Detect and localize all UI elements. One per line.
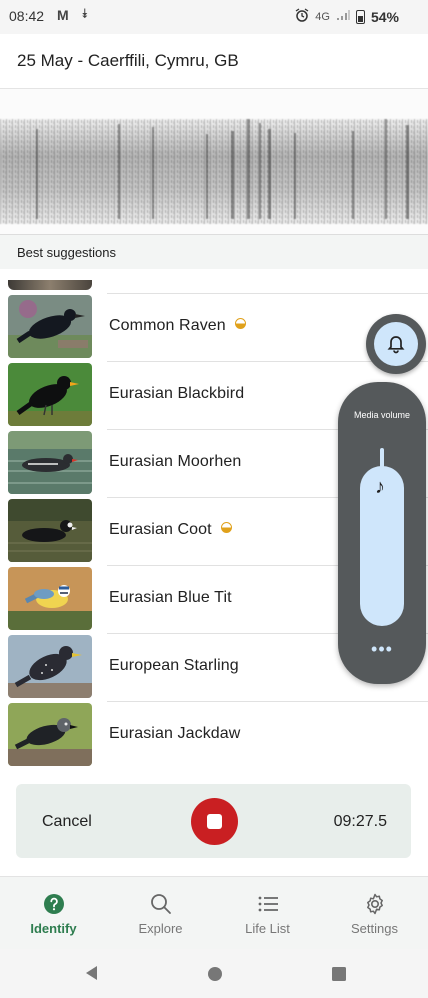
tab-explore[interactable]: Explore: [107, 877, 214, 949]
ringer-mode-button[interactable]: [366, 314, 426, 374]
uncertain-icon: [220, 522, 232, 533]
network-label: 4G: [315, 10, 330, 23]
download-icon: ⯯: [81, 6, 89, 21]
back-icon[interactable]: [84, 965, 100, 981]
blackbird-photo: [8, 363, 92, 426]
list-item[interactable]: Eurasian Jackdaw: [0, 702, 428, 768]
volume-slider-handle[interactable]: [380, 448, 384, 468]
species-name: Eurasian Jackdaw: [109, 725, 241, 742]
app-header: 25 May - Caerffili, Cymru, GB: [0, 34, 428, 89]
search-icon: [107, 893, 214, 917]
species-name: Eurasian Blackbird: [109, 385, 245, 402]
starling-photo: [8, 635, 92, 698]
volume-label: Media volume: [353, 410, 411, 420]
status-right: 4G 54%: [295, 8, 399, 25]
uncertain-icon: [234, 318, 246, 329]
tab-label: Life List: [245, 921, 290, 936]
tab-identify[interactable]: Identify: [0, 877, 107, 949]
species-name: European Starling: [109, 657, 239, 674]
species-name: Common Raven: [109, 317, 246, 335]
page-title: 25 May - Caerffili, Cymru, GB: [17, 51, 239, 70]
gmail-icon: M: [57, 7, 69, 23]
raven-photo: [8, 295, 92, 358]
gear-icon: [321, 893, 428, 917]
section-header: Best suggestions: [0, 234, 428, 269]
system-nav-bar: [0, 949, 428, 998]
bottom-nav: Identify Explore Life List Settings: [0, 876, 428, 950]
tab-life-list[interactable]: Life List: [214, 877, 321, 949]
battery-icon: [355, 9, 365, 24]
more-options-icon[interactable]: •••: [338, 640, 426, 658]
tab-label: Explore: [138, 921, 183, 936]
species-name: Eurasian Moorhen: [109, 453, 242, 470]
signal-icon: [336, 9, 350, 24]
list-icon: [214, 893, 321, 917]
stop-recording-button[interactable]: [191, 798, 238, 845]
moorhen-photo: [8, 431, 92, 494]
list-item[interactable]: Common Raven: [0, 294, 428, 362]
tab-label: Settings: [351, 921, 398, 936]
recording-timer: 09:27.5: [333, 813, 387, 830]
partial-thumbnail: [8, 280, 92, 290]
cancel-button[interactable]: Cancel: [42, 813, 92, 831]
status-time: 08:42: [9, 8, 45, 24]
bell-icon: [387, 336, 405, 354]
blue-tit-photo: [8, 567, 92, 630]
volume-panel: Media volume ♪ •••: [338, 382, 426, 684]
alarm-icon: [295, 8, 309, 25]
jackdaw-photo: [8, 703, 92, 766]
home-icon[interactable]: [207, 966, 223, 982]
recents-icon[interactable]: [331, 966, 347, 982]
battery-percent: 54%: [370, 8, 399, 25]
stop-icon: [207, 814, 222, 829]
spectrogram: [0, 89, 428, 234]
species-name: Eurasian Coot: [109, 521, 232, 539]
species-name: Eurasian Blue Tit: [109, 589, 232, 606]
section-label: Best suggestions: [17, 245, 117, 260]
recording-bar: Cancel 09:27.5: [16, 784, 411, 858]
status-bar: 08:42 M ⯯ 4G 54%: [0, 0, 428, 34]
music-note-icon: ♪: [375, 476, 385, 498]
ringer-mode-inner: [374, 322, 418, 366]
coot-photo: [8, 499, 92, 562]
tab-settings[interactable]: Settings: [321, 877, 428, 949]
question-icon: [0, 893, 107, 917]
tab-label: Identify: [30, 921, 77, 936]
